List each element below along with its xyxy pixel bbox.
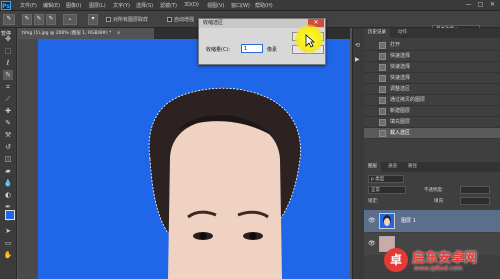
watermark-brand: 启东安卓网	[412, 251, 478, 266]
brush-settings-icon[interactable]: ▾	[88, 14, 98, 25]
layer-visibility-eye-icon[interactable]: 👁	[368, 240, 376, 247]
history-item-active[interactable]: 载入选区	[364, 128, 500, 139]
history-item-icon	[379, 130, 386, 137]
menu-view[interactable]: 视图(V)	[207, 2, 224, 9]
menu-image[interactable]: 图像(I)	[66, 2, 81, 9]
history-item[interactable]: 打开	[364, 40, 500, 51]
tab-channels[interactable]: 通道	[384, 162, 401, 172]
history-item-icon	[379, 64, 386, 71]
image-canvas[interactable]	[38, 39, 350, 279]
subtract-selection-icon[interactable]: ✎	[46, 14, 56, 25]
tab-actions[interactable]: 动作	[394, 28, 411, 38]
brush-tool-icon[interactable]: ✎	[3, 118, 13, 128]
path-selection-tool-icon[interactable]: ➤	[3, 226, 13, 236]
maximize-button[interactable]: □	[476, 1, 485, 9]
history-item-icon	[379, 53, 386, 60]
marquee-tool-icon[interactable]: ⬚	[3, 46, 13, 56]
history-item[interactable]: 通过拷贝的图层	[364, 95, 500, 106]
document-tab[interactable]: timg (1).jpg @ 200% (图层 1, RGB/8#) * ×	[18, 28, 154, 39]
history-item-icon	[379, 119, 386, 126]
menu-bar: Ps 文件(F) 编辑(E) 图像(I) 图层(L) 文字(Y) 选择(S) 滤…	[0, 0, 500, 11]
dodge-tool-icon[interactable]: ◐	[3, 190, 13, 200]
healing-brush-tool-icon[interactable]: ✚	[3, 106, 13, 116]
layer-row-selected[interactable]: 👁 图层 1	[364, 210, 500, 232]
quick-select-preset-icon[interactable]: ✎	[3, 14, 15, 25]
menu-type[interactable]: 文字(Y)	[113, 2, 130, 9]
watermark: 卓 启东安卓网 www.qdtud.com	[384, 246, 496, 276]
add-selection-icon[interactable]: ✎	[34, 14, 44, 25]
layer-thumbnail	[379, 213, 395, 229]
history-item[interactable]: 快速选择	[364, 62, 500, 73]
history-item[interactable]: 快速选择	[364, 73, 500, 84]
canvas-margin	[18, 39, 38, 279]
menu-select[interactable]: 选择(S)	[136, 2, 153, 9]
history-item[interactable]: 新建图层	[364, 106, 500, 117]
menu-edit[interactable]: 编辑(E)	[43, 2, 60, 9]
close-window-button[interactable]: ✕	[488, 1, 497, 9]
tab-layers[interactable]: 图层	[364, 162, 381, 172]
contract-amount-label: 收缩量(C):	[206, 47, 231, 53]
portrait-image	[148, 87, 301, 279]
layer-name: 图层 1	[401, 218, 416, 224]
blur-tool-icon[interactable]: 💧	[3, 178, 13, 188]
history-brush-tool-icon[interactable]: ↺	[3, 142, 13, 152]
menu-file[interactable]: 文件(F)	[20, 2, 37, 9]
history-dock-icon[interactable]: ⟲	[355, 42, 363, 50]
auto-enhance-checkbox[interactable]	[167, 17, 172, 22]
brush-size-icon[interactable]: •	[63, 14, 77, 25]
history-item-icon	[379, 86, 386, 93]
watermark-url: www.qdtud.com	[414, 265, 463, 272]
contract-amount-input[interactable]: 1	[241, 44, 263, 53]
actions-dock-icon[interactable]: ▶	[355, 56, 363, 64]
crop-tool-icon[interactable]: ⌗	[3, 82, 13, 92]
watermark-logo-icon: 卓	[384, 248, 408, 272]
menu-help[interactable]: 帮助(H)	[255, 2, 273, 9]
toolbox: ✥ ⬚ ℓ ✎ ⌗ ⟋ ✚ ✎ ⚒ ↺ ◫ ▰ 💧 ◐ ✒ T ➤ ▭ ✋	[0, 28, 18, 279]
history-item-icon	[379, 42, 386, 49]
new-selection-icon[interactable]: ✎	[22, 14, 32, 25]
layer-visibility-eye-icon[interactable]: 👁	[368, 217, 376, 224]
mouse-cursor-icon	[305, 34, 315, 48]
menu-window[interactable]: 窗口(W)	[231, 2, 250, 9]
quick-selection-tool-icon[interactable]: ✎	[3, 70, 13, 80]
fill-label: 填充:	[434, 199, 445, 204]
opacity-label: 不透明度:	[424, 188, 444, 193]
lock-label: 锁定:	[368, 199, 379, 204]
document-tab-label: timg (1).jpg @ 200% (图层 1, RGB/8#) *	[22, 31, 112, 36]
unit-label: 像素	[267, 47, 278, 53]
history-item-icon	[379, 97, 386, 104]
history-item-icon	[379, 108, 386, 115]
panel-dock: ⟲ ▶	[352, 28, 364, 279]
opacity-input[interactable]	[460, 186, 490, 194]
foreground-color-swatch[interactable]	[5, 210, 15, 220]
layer-filter-select[interactable]: ρ 类型	[368, 175, 404, 183]
clone-stamp-tool-icon[interactable]: ⚒	[3, 130, 13, 140]
menu-3d[interactable]: 3D(D)	[184, 2, 199, 8]
shape-tool-icon[interactable]: ▭	[3, 238, 13, 248]
gradient-tool-icon[interactable]: ▰	[3, 166, 13, 176]
hand-tool-icon[interactable]: ✋	[3, 250, 13, 260]
tab-history[interactable]: 历史记录	[364, 28, 390, 38]
history-item[interactable]: 快速选择	[364, 51, 500, 62]
auto-enhance-label: 自动增强	[174, 17, 195, 23]
fill-input[interactable]	[460, 197, 490, 205]
menu-layer[interactable]: 图层(L)	[89, 2, 106, 9]
eraser-tool-icon[interactable]: ◫	[3, 154, 13, 164]
history-item[interactable]: 调整选区	[364, 84, 500, 95]
history-item[interactable]: 填充图层	[364, 117, 500, 128]
history-item-icon	[379, 75, 386, 82]
eyedropper-tool-icon[interactable]: ⟋	[3, 94, 13, 104]
sample-all-layers-label: 对所有图层取样	[113, 17, 149, 23]
minimize-button[interactable]: —	[464, 1, 473, 9]
photoshop-logo: Ps	[1, 1, 11, 10]
menu-filter[interactable]: 滤镜(T)	[160, 2, 177, 9]
lasso-tool-icon[interactable]: ℓ	[3, 58, 13, 68]
sample-all-layers-checkbox[interactable]	[106, 17, 111, 22]
blend-mode-select[interactable]: 正常	[368, 186, 406, 194]
right-panel: 历史记录 动作 打开 快速选择 快速选择 快速选择 调整选区 通过拷贝的图层 新…	[364, 28, 500, 279]
tab-paths[interactable]: 路径	[404, 162, 421, 172]
document-tab-close-icon[interactable]: ×	[117, 31, 121, 36]
pause-label: 暂停	[1, 31, 12, 37]
